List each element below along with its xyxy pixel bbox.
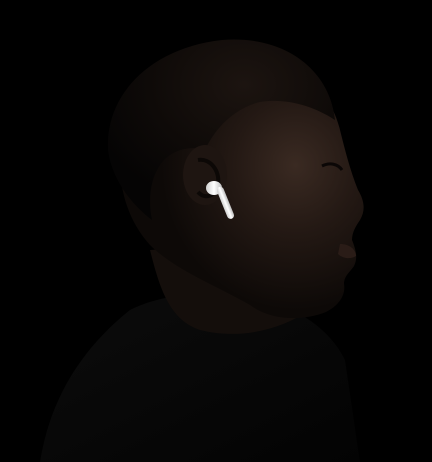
portrait-illustration xyxy=(0,0,432,462)
photo-canvas xyxy=(0,0,432,462)
